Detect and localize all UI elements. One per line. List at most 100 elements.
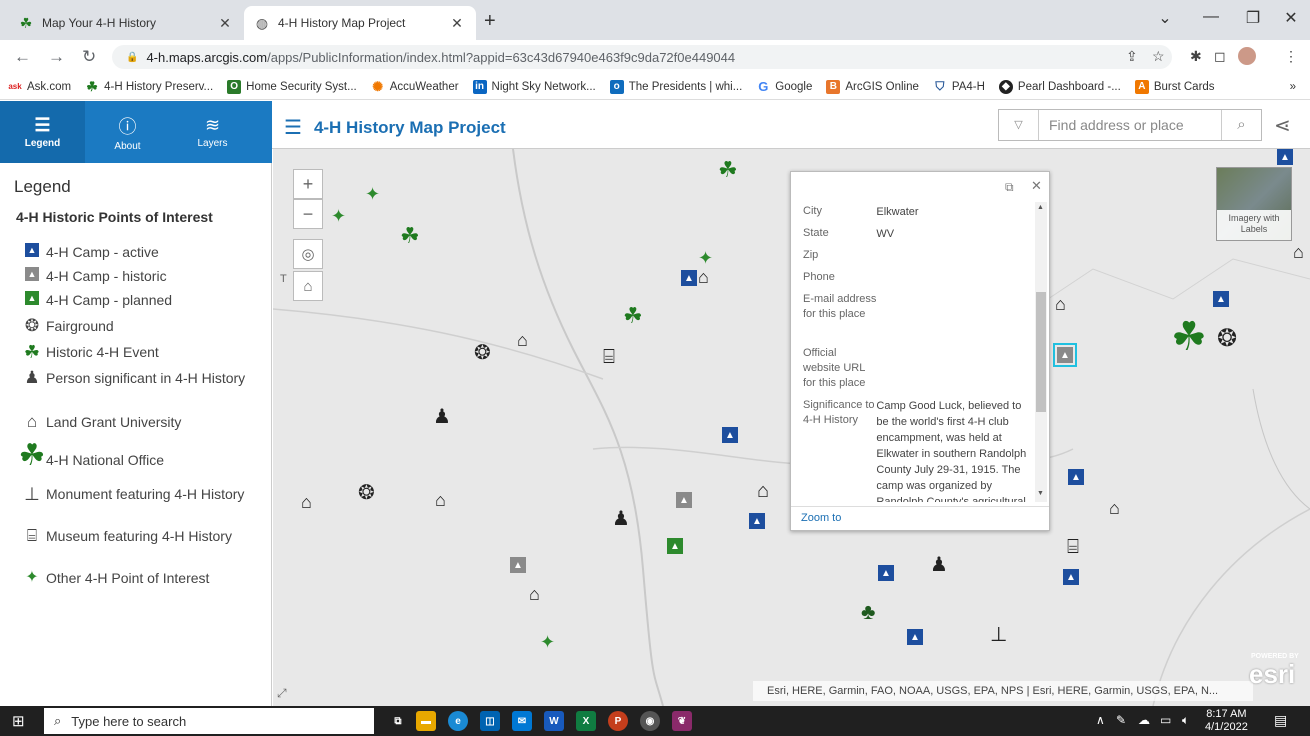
- zoom-in-button[interactable]: +: [293, 169, 323, 199]
- university-marker[interactable]: ⌂: [529, 585, 540, 603]
- bookmark-google[interactable]: G Google: [756, 79, 812, 94]
- zoom-out-button[interactable]: −: [293, 199, 323, 229]
- close-window-button[interactable]: ✕: [1276, 8, 1306, 28]
- camp-active-marker[interactable]: ▲: [1277, 149, 1293, 165]
- camp-planned-marker[interactable]: ▲: [667, 538, 683, 554]
- chrome-icon[interactable]: ◉: [640, 711, 660, 731]
- bookmark-pearl[interactable]: ◆ Pearl Dashboard -...: [998, 79, 1121, 94]
- profile-avatar[interactable]: [1238, 47, 1256, 65]
- bookmark-pa4h[interactable]: ⛉ PA4-H: [933, 79, 985, 94]
- popup-content[interactable]: City Elkwater State WV Zip Phone E-mail ad…: [791, 202, 1049, 502]
- powerpoint-icon[interactable]: P: [608, 711, 628, 731]
- camp-historic-marker[interactable]: ▲: [676, 492, 692, 508]
- university-marker[interactable]: ⌂: [1055, 295, 1066, 313]
- search-icon[interactable]: ⌕: [1221, 110, 1261, 140]
- university-marker[interactable]: ⌂: [301, 493, 312, 511]
- tab-layers[interactable]: ≋ Layers: [170, 101, 255, 163]
- fairground-marker[interactable]: ❂: [1217, 327, 1237, 351]
- camp-active-marker[interactable]: ▲: [1068, 469, 1084, 485]
- menu-kebab-icon[interactable]: ⋮: [1284, 48, 1298, 65]
- bookmark-night-sky[interactable]: in Night Sky Network...: [472, 79, 596, 94]
- bookmark-presidents[interactable]: o The Presidents | whi...: [609, 79, 742, 94]
- url-field[interactable]: 🔒 4-h.maps.arcgis.com/apps/PublicInforma…: [112, 45, 1172, 69]
- museum-marker[interactable]: ⌸: [603, 347, 615, 367]
- tray-chevron-icon[interactable]: ∧: [1096, 713, 1105, 727]
- taskbar-search[interactable]: ⌕ Type here to search: [44, 708, 374, 734]
- tab-about[interactable]: ⓘ About: [85, 101, 170, 163]
- bookmark-4h-history[interactable]: ☘ 4-H History Preserv...: [85, 79, 213, 94]
- pushpin-marker[interactable]: ✦: [365, 185, 380, 203]
- notifications-icon[interactable]: ▤: [1274, 712, 1287, 729]
- pushpin-marker[interactable]: ✦: [698, 249, 713, 267]
- fairground-marker[interactable]: ❂: [474, 343, 491, 363]
- clover-marker[interactable]: ☘: [718, 159, 738, 181]
- museum-marker[interactable]: ⌸: [1067, 537, 1079, 557]
- store-icon[interactable]: ◫: [480, 711, 500, 731]
- university-marker[interactable]: ⌂: [517, 331, 528, 349]
- university-marker[interactable]: ⌂: [757, 481, 769, 501]
- back-icon[interactable]: ←: [14, 47, 31, 67]
- person-marker[interactable]: ♟: [930, 555, 948, 575]
- share-page-icon[interactable]: ⇪: [1126, 48, 1138, 65]
- pen-icon[interactable]: ✎: [1116, 713, 1126, 727]
- person-marker[interactable]: ♟: [433, 407, 451, 427]
- zoom-to-link[interactable]: Zoom to: [801, 512, 841, 524]
- camp-active-marker[interactable]: ▲: [878, 565, 894, 581]
- clover-marker[interactable]: ☘: [623, 305, 643, 327]
- camp-active-marker[interactable]: ▲: [1213, 291, 1229, 307]
- bookmark-ask[interactable]: ask Ask.com: [8, 80, 71, 94]
- close-popup-icon[interactable]: ✕: [1031, 178, 1042, 194]
- camp-active-marker[interactable]: ▲: [907, 629, 923, 645]
- tab-search-icon[interactable]: ⌄: [1150, 8, 1180, 28]
- network-icon[interactable]: ▭: [1160, 713, 1171, 727]
- more-bookmarks[interactable]: »: [1290, 81, 1296, 93]
- home-button[interactable]: ⌂: [293, 271, 323, 301]
- tab-legend[interactable]: ☰ Legend: [0, 101, 85, 163]
- task-view-icon[interactable]: ⧉: [388, 711, 408, 731]
- close-tab-icon[interactable]: ✕: [448, 15, 466, 32]
- camp-active-marker[interactable]: ▲: [681, 270, 697, 286]
- extensions-icon[interactable]: ✱: [1190, 48, 1202, 65]
- bookmark-burst-cards[interactable]: A Burst Cards: [1134, 79, 1215, 94]
- close-tab-icon[interactable]: ✕: [216, 15, 234, 32]
- restore-button[interactable]: ❐: [1238, 8, 1268, 28]
- university-marker[interactable]: ⌂: [435, 491, 446, 509]
- hamburger-menu-icon[interactable]: ☰: [284, 115, 302, 140]
- camp-active-marker[interactable]: ▲: [1063, 569, 1079, 585]
- clover-marker[interactable]: ☘: [400, 225, 420, 247]
- camp-active-marker[interactable]: ▲: [749, 513, 765, 529]
- excel-icon[interactable]: X: [576, 711, 596, 731]
- university-marker[interactable]: ⌂: [1109, 499, 1120, 517]
- share-icon[interactable]: ⋖: [1274, 113, 1291, 138]
- bookmark-arcgis[interactable]: B ArcGIS Online: [826, 79, 919, 94]
- popup-scroll-thumb[interactable]: [1036, 292, 1046, 412]
- camp-active-marker[interactable]: ▲: [722, 427, 738, 443]
- pushpin-marker[interactable]: ✦: [331, 207, 346, 225]
- new-tab-button[interactable]: +: [484, 10, 496, 33]
- windows-start-icon[interactable]: ⊞: [12, 712, 25, 730]
- basemap-toggle[interactable]: Imagery with Labels: [1216, 167, 1292, 241]
- tree-marker[interactable]: ♣: [861, 601, 875, 623]
- edge-icon[interactable]: e: [448, 711, 468, 731]
- sidepanel-icon[interactable]: ◻: [1214, 48, 1226, 65]
- pushpin-marker[interactable]: ✦: [540, 633, 555, 651]
- volume-icon[interactable]: 🔈︎: [1182, 713, 1189, 728]
- cloud-icon[interactable]: ☁: [1138, 713, 1150, 727]
- browser-tab-history-map[interactable]: ◍ 4-H History Map Project ✕: [244, 6, 476, 40]
- forward-icon[interactable]: →: [48, 47, 65, 67]
- search-source-dropdown-icon[interactable]: ▽: [999, 110, 1039, 140]
- file-explorer-icon[interactable]: ▬: [416, 711, 436, 731]
- search-input[interactable]: Find address or place: [1039, 117, 1221, 133]
- reload-icon[interactable]: ↻: [82, 47, 96, 67]
- university-marker[interactable]: ⌂: [1293, 243, 1304, 261]
- bookmark-home-security[interactable]: O Home Security Syst...: [227, 79, 357, 94]
- fairground-marker[interactable]: ❂: [358, 483, 375, 503]
- popup-scrollbar[interactable]: ▲ ▼: [1035, 202, 1047, 502]
- clock[interactable]: 8:17 AM 4/1/2022: [1205, 708, 1248, 734]
- person-marker[interactable]: ♟: [612, 509, 630, 529]
- browser-tab-map-your-history[interactable]: ☘ Map Your 4-H History ✕: [8, 6, 244, 40]
- minimize-button[interactable]: —: [1196, 8, 1226, 26]
- dock-icon[interactable]: ⧉: [1005, 180, 1014, 195]
- map-view[interactable]: + − ◎ ⌂ T ✦ ✦ ☘ ☘ ✦ ▲ ⌂ ☘ ⌂ ⌸ ❂ ♟ ▲ ⌂ ❂ …: [273, 149, 1310, 706]
- camp-historic-marker[interactable]: ▲: [510, 557, 526, 573]
